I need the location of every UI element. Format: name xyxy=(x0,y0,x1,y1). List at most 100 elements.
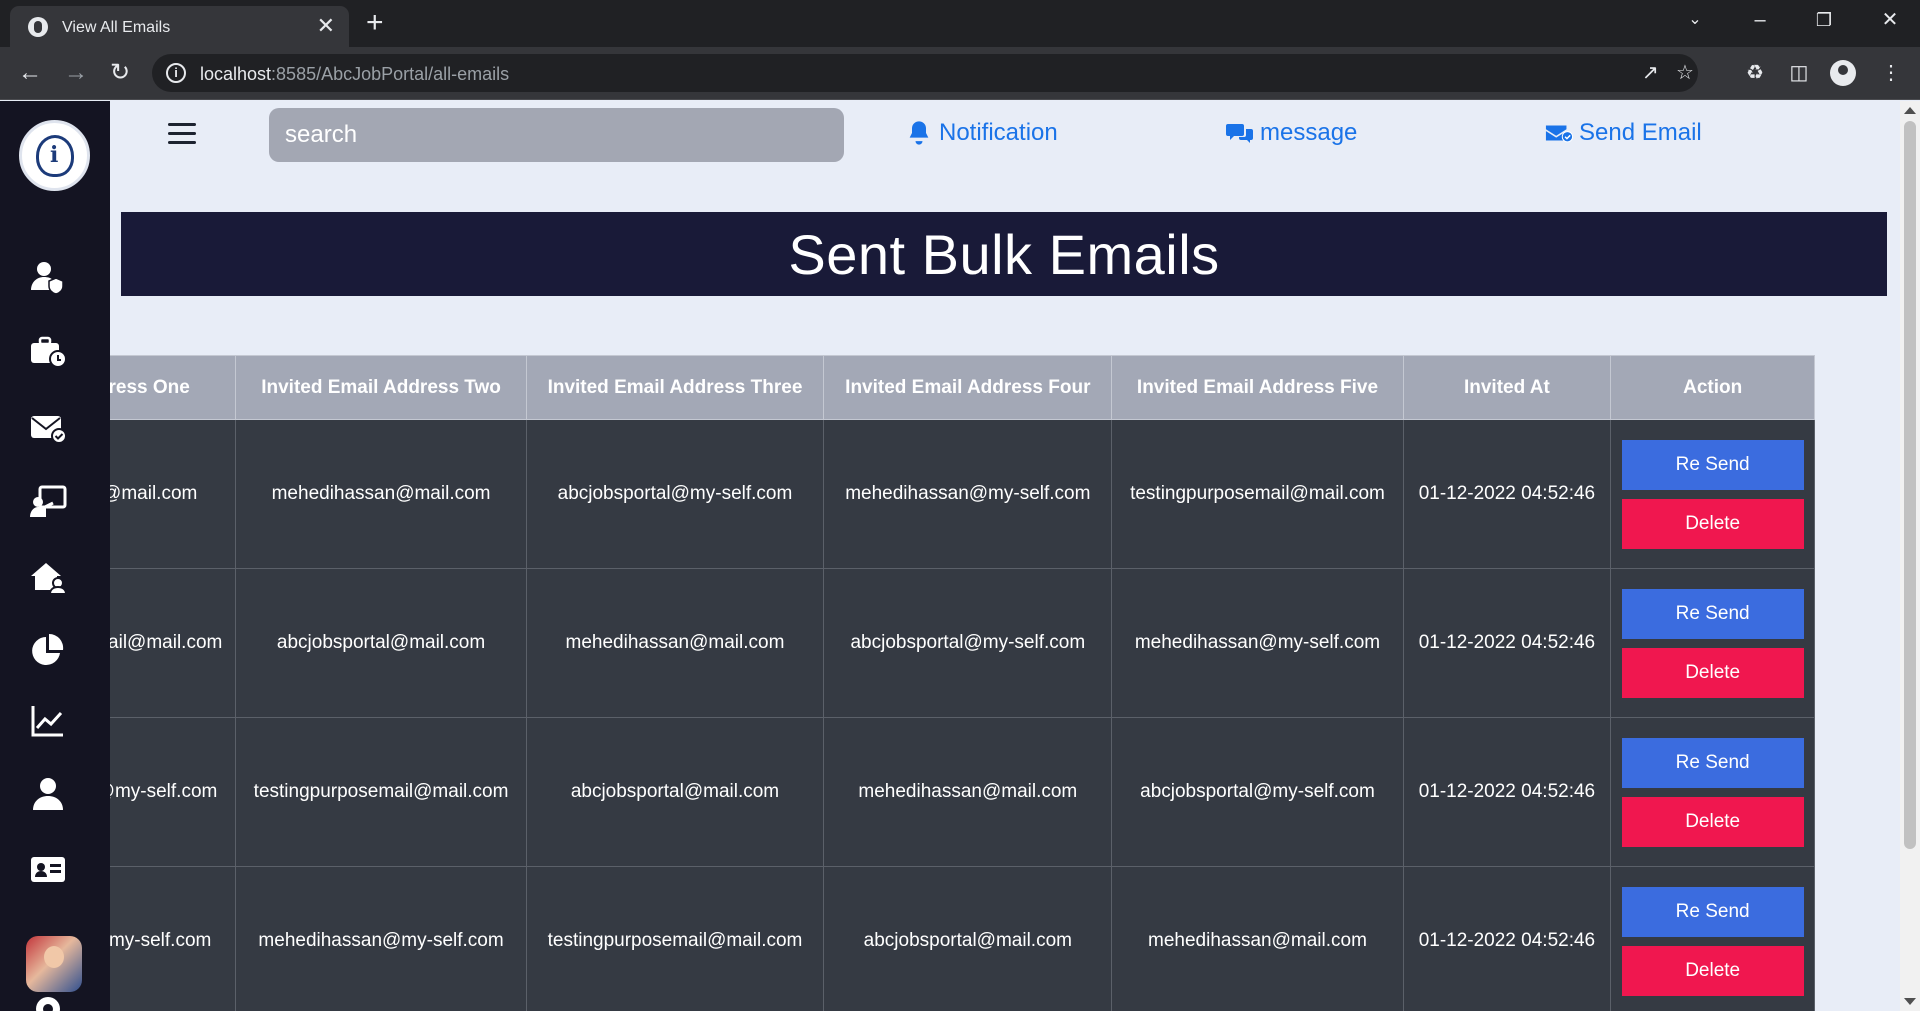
column-header: Address One xyxy=(110,355,237,420)
main-content: Notification message Send Email Sent Bul… xyxy=(110,101,1900,1011)
house-user-icon[interactable] xyxy=(28,557,68,597)
table-cell: abcjobsportal@my-self.com xyxy=(823,568,1113,718)
column-header: Invited Email Address Three xyxy=(525,355,825,420)
page-banner: Sent Bulk Emails xyxy=(121,212,1887,296)
table-cell: @my-self.com xyxy=(110,717,237,867)
table-cell: testingpurposemail@mail.com xyxy=(1111,419,1404,569)
resend-button[interactable]: Re Send xyxy=(1621,737,1804,788)
reload-icon[interactable]: ↻ xyxy=(104,57,136,89)
delete-button[interactable]: Delete xyxy=(1621,796,1804,847)
tab-search-chevron-icon[interactable]: ⌄ xyxy=(1675,6,1715,34)
column-header: Invited Email Address Five xyxy=(1111,355,1404,420)
profile-icon[interactable] xyxy=(1830,60,1856,86)
send-email-label: Send Email xyxy=(1579,119,1702,146)
resend-button[interactable]: Re Send xyxy=(1621,588,1804,639)
browser-tab-bar: View All Emails ✕ + ⌄ – ❐ ✕ xyxy=(0,0,1920,47)
sidebar xyxy=(0,101,110,1011)
bell-icon xyxy=(909,121,929,145)
column-header: Action xyxy=(1610,355,1815,420)
browser-toolbar: ← → ↻ i localhost:8585/AbcJobPortal/all-… xyxy=(0,47,1920,100)
pie-chart-icon[interactable] xyxy=(28,631,68,671)
side-panel-icon[interactable]: ◫ xyxy=(1786,60,1812,86)
action-cell: Re Send Delete xyxy=(1610,568,1815,718)
envelope-check-icon[interactable] xyxy=(28,407,68,447)
delete-button[interactable]: Delete xyxy=(1621,647,1804,698)
notification-link[interactable]: Notification xyxy=(905,119,1058,147)
favicon-icon xyxy=(28,17,48,37)
browser-menu-icon[interactable]: ⋮ xyxy=(1878,60,1904,86)
table-row: @my-self.com testingpurposemail@mail.com… xyxy=(110,717,1815,867)
table-cell: mehedihassan@my-self.com xyxy=(235,866,527,1011)
table-header-row: Address One Invited Email Address Two In… xyxy=(110,355,1815,420)
table-row: l@mail.com mehedihassan@mail.com abcjobs… xyxy=(110,419,1815,569)
message-link[interactable]: message xyxy=(1226,119,1357,147)
settings-icon[interactable] xyxy=(28,989,68,1011)
action-cell: Re Send Delete xyxy=(1610,717,1815,867)
site-info-icon[interactable]: i xyxy=(166,63,186,83)
table-cell: mehedihassan@mail.com xyxy=(235,419,527,569)
emails-table: Address One Invited Email Address Two In… xyxy=(110,355,1815,1011)
action-cell: Re Send Delete xyxy=(1610,866,1815,1011)
action-cell: Re Send Delete xyxy=(1610,419,1815,569)
forward-icon[interactable]: → xyxy=(60,57,92,89)
app-logo[interactable] xyxy=(19,120,90,191)
url-text: localhost:8585/AbcJobPortal/all-emails xyxy=(200,64,510,84)
back-icon[interactable]: ← xyxy=(14,57,46,89)
share-icon[interactable]: ↗ xyxy=(1642,62,1659,84)
notification-label: Notification xyxy=(939,119,1058,146)
envelope-check-icon xyxy=(1545,125,1573,143)
table-cell: 01-12-2022 04:52:46 xyxy=(1402,717,1612,867)
column-header: Invited At xyxy=(1402,355,1612,420)
send-email-link[interactable]: Send Email xyxy=(1545,119,1702,147)
user-avatar[interactable] xyxy=(26,936,82,992)
comments-icon xyxy=(1226,124,1253,143)
scroll-up-icon[interactable] xyxy=(1904,107,1916,114)
column-header: Invited Email Address Two xyxy=(235,355,527,420)
user-icon[interactable] xyxy=(28,774,68,814)
browser-tab[interactable]: View All Emails ✕ xyxy=(10,6,349,47)
scroll-down-icon[interactable] xyxy=(1904,998,1916,1005)
restore-icon[interactable]: ❐ xyxy=(1804,6,1844,34)
table-cell: abcjobsportal@mail.com xyxy=(525,717,825,867)
delete-button[interactable]: Delete xyxy=(1621,498,1804,549)
table-cell: mehedihassan@mail.com xyxy=(823,717,1113,867)
table-cell: 01-12-2022 04:52:46 xyxy=(1402,419,1612,569)
column-header: Invited Email Address Four xyxy=(823,355,1113,420)
bookmark-star-icon[interactable]: ☆ xyxy=(1676,62,1694,84)
address-bar[interactable]: i localhost:8585/AbcJobPortal/all-emails… xyxy=(152,54,1698,92)
table-cell: mehedihassan@my-self.com xyxy=(823,419,1113,569)
scroll-thumb[interactable] xyxy=(1904,121,1916,849)
id-card-icon[interactable] xyxy=(28,849,68,889)
table-cell: abcjobsportal@mail.com xyxy=(823,866,1113,1011)
page-title: Sent Bulk Emails xyxy=(788,222,1220,286)
resend-button[interactable]: Re Send xyxy=(1621,886,1804,937)
window-close-icon[interactable]: ✕ xyxy=(1870,6,1910,34)
table-cell: abcjobsportal@my-self.com xyxy=(525,419,825,569)
briefcase-clock-icon[interactable] xyxy=(28,331,68,371)
hamburger-menu-icon[interactable] xyxy=(168,123,198,147)
minimize-icon[interactable]: – xyxy=(1740,6,1780,34)
message-label: message xyxy=(1260,119,1358,146)
table-cell: @my-self.com xyxy=(110,866,237,1011)
table-cell: abcjobsportal@mail.com xyxy=(235,568,527,718)
table-row: @my-self.com mehedihassan@my-self.com te… xyxy=(110,866,1815,1011)
table-cell: l@mail.com xyxy=(110,419,237,569)
table-cell: testingpurposemail@mail.com xyxy=(525,866,825,1011)
table-row: nail@mail.com abcjobsportal@mail.com meh… xyxy=(110,568,1815,718)
table-cell: 01-12-2022 04:52:46 xyxy=(1402,568,1612,718)
delete-button[interactable]: Delete xyxy=(1621,945,1804,996)
table-cell: mehedihassan@my-self.com xyxy=(1111,568,1404,718)
new-tab-button[interactable]: + xyxy=(366,8,384,38)
extensions-icon[interactable]: ♻ xyxy=(1742,60,1768,86)
chalkboard-user-icon[interactable] xyxy=(28,482,68,522)
table-cell: abcjobsportal@my-self.com xyxy=(1111,717,1404,867)
page-scrollbar[interactable] xyxy=(1900,101,1920,1011)
tab-close-icon[interactable]: ✕ xyxy=(317,14,335,38)
table-cell: mehedihassan@mail.com xyxy=(525,568,825,718)
table-cell: nail@mail.com xyxy=(110,568,237,718)
user-shield-icon[interactable] xyxy=(28,256,68,296)
table-cell: mehedihassan@mail.com xyxy=(1111,866,1404,1011)
resend-button[interactable]: Re Send xyxy=(1621,439,1804,490)
line-chart-icon[interactable] xyxy=(28,701,68,741)
search-input[interactable] xyxy=(269,108,844,162)
